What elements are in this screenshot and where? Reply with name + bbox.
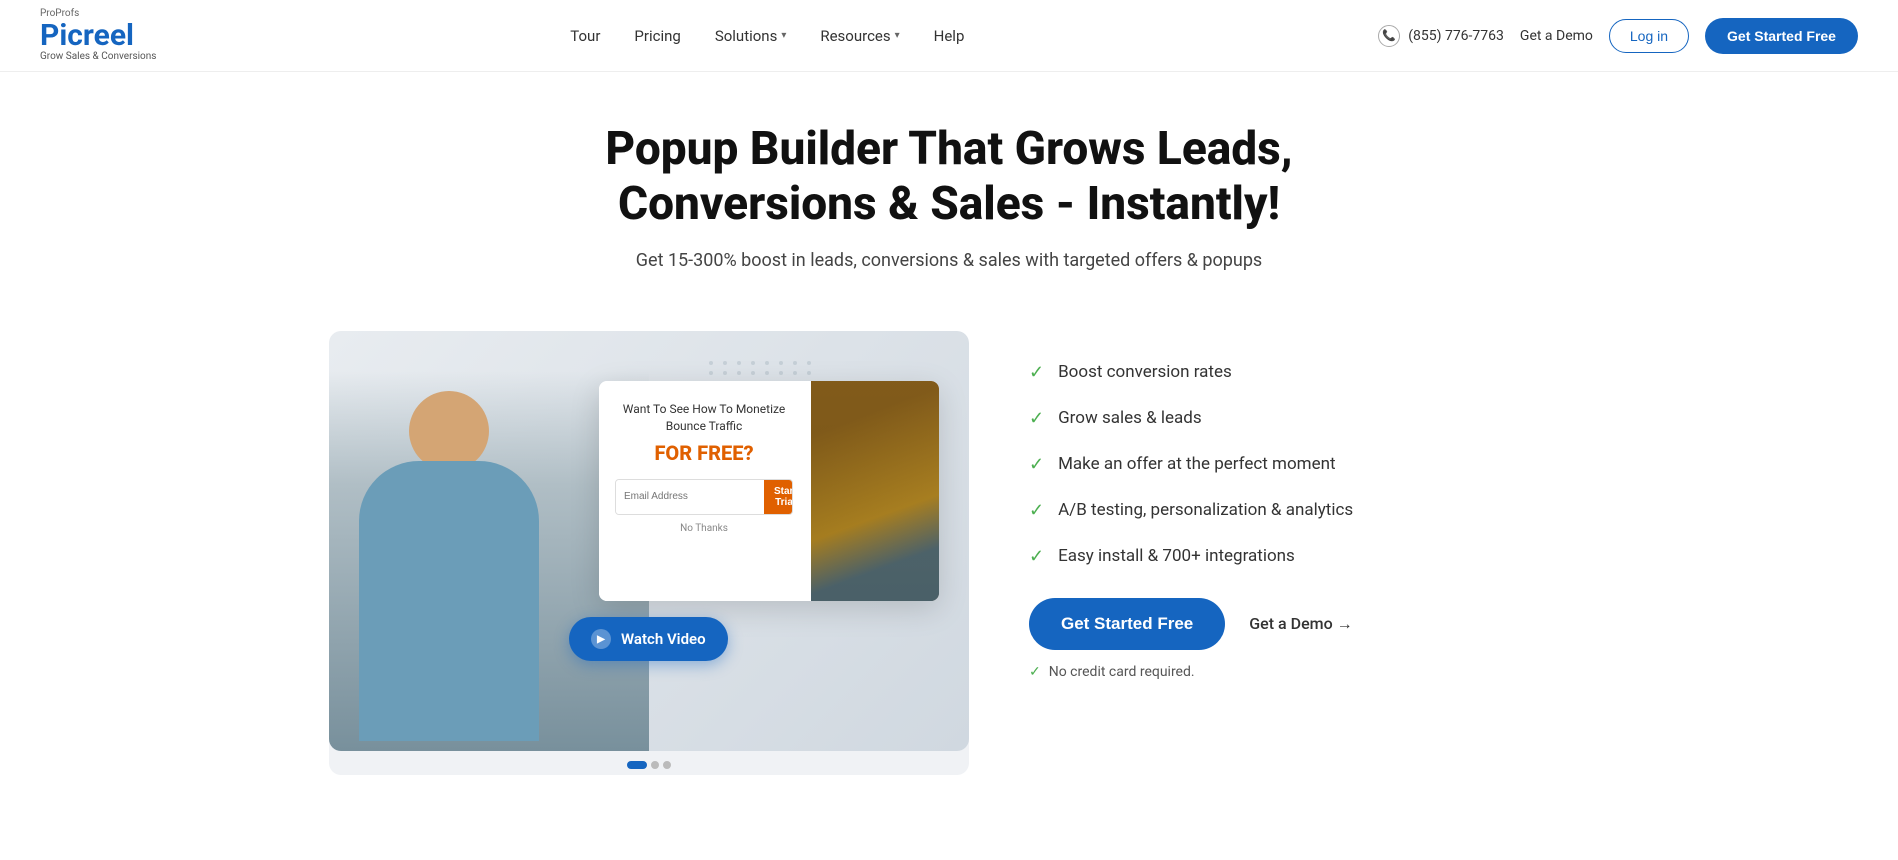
hero-subheadline: Get 15-300% boost in leads, conversions … [636,250,1262,271]
popup-content: Want To See How To Monetize Bounce Traff… [599,381,809,601]
resources-chevron-icon: ▾ [895,30,900,41]
feature-text-1: Boost conversion rates [1058,361,1232,385]
main-get-started-button[interactable]: Get Started Free [1029,598,1225,650]
cta-row: Get Started Free Get a Demo → [1029,598,1569,650]
feature-text-4: A/B testing, personalization & analytics [1058,499,1353,523]
scroll-dot-3[interactable] [663,761,671,769]
popup-email-input[interactable] [616,480,764,514]
feature-item-3: ✓ Make an offer at the perfect moment [1029,453,1569,477]
logo[interactable]: ProProfs Picreel Grow Sales & Conversion… [40,9,156,62]
main-get-demo-link[interactable]: Get a Demo → [1249,614,1352,634]
feature-text-5: Easy install & 700+ integrations [1058,545,1295,569]
scroll-dot-2[interactable] [651,761,659,769]
popup-title: Want To See How To Monetize Bounce Traff… [615,401,793,435]
no-credit-card: ✓ No credit card required. [1029,664,1569,680]
scroll-dot-1[interactable] [627,761,647,769]
nav-help[interactable]: Help [920,19,979,53]
logo-picreel: Picreel [40,19,156,52]
feature-item-5: ✓ Easy install & 700+ integrations [1029,545,1569,569]
nav-tour[interactable]: Tour [556,19,614,53]
phone-icon: 📞 [1378,25,1400,47]
main-nav: Tour Pricing Solutions ▾ Resources ▾ Hel… [556,19,978,53]
login-button[interactable]: Log in [1609,19,1689,53]
header-get-started-button[interactable]: Get Started Free [1705,18,1858,54]
nav-pricing[interactable]: Pricing [620,19,694,53]
popup-mockup: ✕ Want To See How To Monetize Bounce Tra… [599,381,939,601]
hero-image-area: ✕ Want To See How To Monetize Bounce Tra… [329,331,969,775]
check-icon-4: ✓ [1029,500,1044,521]
scroll-dots [329,751,969,775]
no-cc-check-icon: ✓ [1029,664,1041,680]
popup-email-row: Start Trial [615,479,793,515]
popup-start-trial-button[interactable]: Start Trial [764,480,793,514]
hero-features: ✓ Boost conversion rates ✓ Grow sales & … [1029,331,1569,680]
watch-video-label: Watch Video [621,630,706,648]
header-get-demo-link[interactable]: Get a Demo [1520,28,1593,44]
popup-no-thanks[interactable]: No Thanks [615,523,793,534]
header-right: 📞 (855) 776-7763 Get a Demo Log in Get S… [1378,18,1858,54]
logo-tagline: Grow Sales & Conversions [40,52,156,62]
solutions-chevron-icon: ▾ [781,30,786,41]
person-head [409,391,489,471]
hero-section: Popup Builder That Grows Leads, Conversi… [0,72,1898,301]
hero-headline: Popup Builder That Grows Leads, Conversi… [499,122,1399,232]
person-body [359,461,539,741]
feature-text-2: Grow sales & leads [1058,407,1202,431]
check-icon-2: ✓ [1029,408,1044,429]
check-icon-3: ✓ [1029,454,1044,475]
hero-content: ✕ Want To See How To Monetize Bounce Tra… [249,301,1649,775]
no-cc-text: No credit card required. [1049,664,1195,680]
feature-item-2: ✓ Grow sales & leads [1029,407,1569,431]
feature-item-1: ✓ Boost conversion rates [1029,361,1569,385]
watch-video-button[interactable]: ▶ Watch Video [569,617,728,661]
person-background: ✕ Want To See How To Monetize Bounce Tra… [329,331,969,751]
popup-for-free: FOR FREE? [615,441,793,465]
feature-text-3: Make an offer at the perfect moment [1058,453,1335,477]
popup-woman-image [811,381,939,601]
check-icon-1: ✓ [1029,362,1044,383]
phone-number: (855) 776-7763 [1408,28,1504,44]
play-icon: ▶ [591,629,611,649]
nav-solutions[interactable]: Solutions ▾ [701,19,801,53]
nav-resources[interactable]: Resources ▾ [806,19,913,53]
phone-area: 📞 (855) 776-7763 [1378,25,1504,47]
check-icon-5: ✓ [1029,546,1044,567]
feature-item-4: ✓ A/B testing, personalization & analyti… [1029,499,1569,523]
header: ProProfs Picreel Grow Sales & Conversion… [0,0,1898,72]
